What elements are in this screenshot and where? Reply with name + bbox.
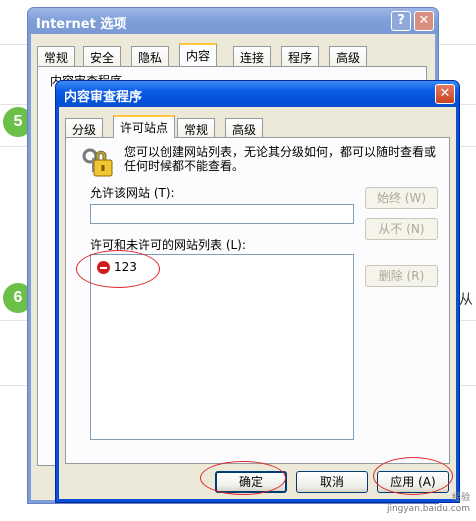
tab-advanced[interactable]: 高级 [329, 46, 368, 66]
tab-security[interactable]: 安全 [83, 46, 122, 66]
watermark-line2: jingyan.baidu.com [386, 504, 470, 514]
ok-button[interactable]: 确定 [215, 471, 287, 493]
site-list[interactable]: 123 [90, 254, 354, 440]
tab-ratings[interactable]: 分级 [65, 118, 104, 138]
internet-options-tabs: 常规 安全 隐私 内容 连接 程序 高级 [37, 43, 427, 66]
watermark-line1: 经验 [451, 493, 470, 503]
tab-general[interactable]: 常规 [177, 118, 216, 138]
tab-privacy[interactable]: 隐私 [131, 46, 170, 66]
site-name: 123 [114, 260, 137, 274]
approved-sites-description: 您可以创建网站列表，无论其分级如何，都可以随时查看或任何时候都不能查看。 [124, 145, 437, 173]
content-advisor-title: 内容审查程序 [64, 90, 143, 105]
background-text-fragment: 从 [459, 292, 473, 308]
tab-programs[interactable]: 程序 [281, 46, 320, 66]
always-button[interactable]: 始终 (W) [365, 187, 438, 209]
close-button[interactable]: ✕ [435, 84, 455, 104]
content-advisor-tabs: 分级 许可站点 常规 高级 [65, 115, 450, 138]
tab-connections[interactable]: 连接 [233, 46, 272, 66]
internet-options-titlebar[interactable]: Internet 选项 ? ✕ [28, 8, 438, 34]
site-list-label: 许可和未许可的网站列表 (L): [90, 238, 246, 252]
cancel-button[interactable]: 取消 [296, 471, 368, 493]
blocked-site-icon [97, 261, 110, 274]
allow-site-label: 允许该网站 (T): [90, 186, 175, 200]
help-button[interactable]: ? [391, 11, 411, 31]
close-button[interactable]: ✕ [414, 11, 434, 31]
allow-site-input[interactable] [90, 204, 354, 224]
keys-lock-icon [81, 146, 115, 180]
never-button[interactable]: 从不 (N) [365, 218, 438, 240]
tab-content[interactable]: 内容 [179, 43, 218, 66]
remove-button[interactable]: 删除 (R) [365, 265, 438, 287]
watermark: 经验 jingyan.baidu.com [387, 493, 470, 515]
content-advisor-body: 分级 许可站点 常规 高级 您可以创建网站列表，无论其分级如何，都可以随时查看或… [59, 107, 456, 499]
apply-button[interactable]: 应用 (A) [377, 471, 449, 493]
list-item[interactable]: 123 [97, 259, 137, 275]
tab-general[interactable]: 常规 [37, 46, 76, 66]
approved-sites-panel: 您可以创建网站列表，无论其分级如何，都可以随时查看或任何时候都不能查看。 允许该… [65, 137, 450, 464]
tab-advanced[interactable]: 高级 [225, 118, 264, 138]
content-advisor-dialog: 内容审查程序 ✕ 分级 许可站点 常规 高级 您可以创建网站列表，无论其分级如何… [55, 80, 460, 503]
internet-options-title: Internet 选项 [36, 17, 127, 32]
tab-approved-sites[interactable]: 许可站点 [113, 115, 176, 138]
content-advisor-titlebar[interactable]: 内容审查程序 ✕ [56, 81, 459, 107]
